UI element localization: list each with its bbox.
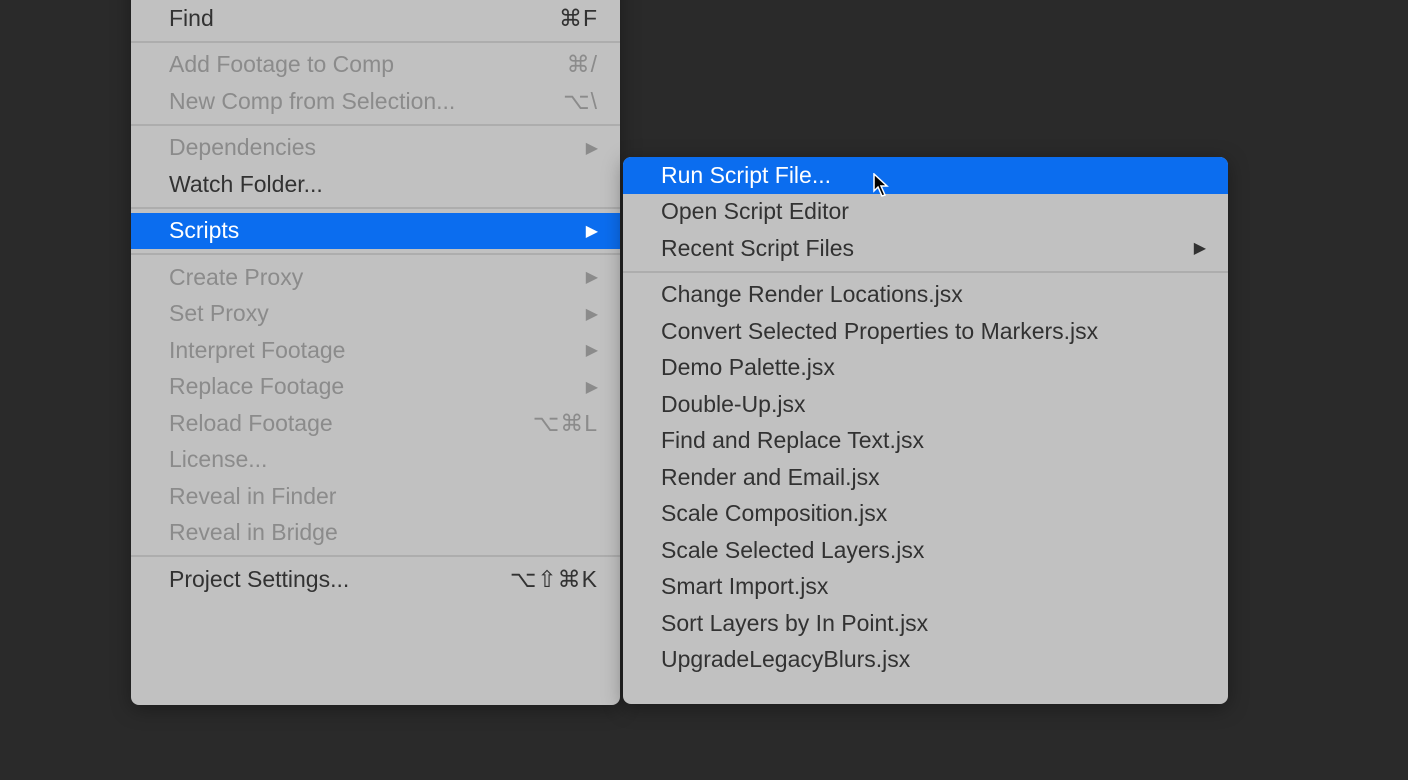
menu-item-label: Reveal in Bridge <box>169 519 338 546</box>
primaryMenu-item-license: License... <box>131 442 620 479</box>
primaryMenu-separator <box>131 41 620 43</box>
primaryMenu-item-interpret-footage: Interpret Footage ▶ <box>131 332 620 369</box>
menu-item-label: Project Settings... <box>169 566 349 593</box>
primaryMenu-item-set-proxy: Set Proxy ▶ <box>131 296 620 333</box>
secondaryMenu-separator <box>623 271 1228 273</box>
primaryMenu-item-replace-footage: Replace Footage ▶ <box>131 369 620 406</box>
primaryMenu-item-project-settings[interactable]: Project Settings... ⌥⇧⌘K <box>131 561 620 598</box>
menu-item-label: Run Script File... <box>661 162 831 189</box>
secondaryMenu-item-change-render-locations-jsx[interactable]: Change Render Locations.jsx <box>623 277 1228 314</box>
menu-item-label: UpgradeLegacyBlurs.jsx <box>661 646 910 673</box>
menu-item-label: Scale Composition.jsx <box>661 500 887 527</box>
menu-item-label: Set Proxy <box>169 300 269 327</box>
menu-item-label: Change Render Locations.jsx <box>661 281 963 308</box>
menu-item-shortcut: ⌘/ <box>567 51 598 78</box>
menu-item-label: Find and Replace Text.jsx <box>661 427 924 454</box>
menu-item-label: New Comp from Selection... <box>169 88 455 115</box>
submenu-arrow-icon: ▶ <box>586 377 598 397</box>
primaryMenu-separator <box>131 555 620 557</box>
primaryMenu-item-find[interactable]: Find ⌘F <box>131 0 620 37</box>
menu-item-shortcut: ⌘F <box>559 5 598 32</box>
menu-item-label: Demo Palette.jsx <box>661 354 835 381</box>
secondaryMenu-item-scale-selected-layers-jsx[interactable]: Scale Selected Layers.jsx <box>623 532 1228 569</box>
menu-item-label: Double-Up.jsx <box>661 391 805 418</box>
primaryMenu-item-add-footage-to-comp: Add Footage to Comp ⌘/ <box>131 47 620 84</box>
menu-item-shortcut: ⌥⇧⌘K <box>510 566 598 593</box>
menu-item-label: Convert Selected Properties to Markers.j… <box>661 318 1098 345</box>
menu-item-label: Sort Layers by In Point.jsx <box>661 610 928 637</box>
primaryMenu-separator <box>131 253 620 255</box>
menu-item-label: Recent Script Files <box>661 235 854 262</box>
primaryMenu-item-watch-folder[interactable]: Watch Folder... <box>131 166 620 203</box>
menu-item-label: Render and Email.jsx <box>661 464 880 491</box>
submenu-arrow-icon: ▶ <box>1194 238 1206 258</box>
secondaryMenu-item-run-script-file[interactable]: Run Script File... <box>623 157 1228 194</box>
secondaryMenu-item-upgradelegacyblurs-jsx[interactable]: UpgradeLegacyBlurs.jsx <box>623 642 1228 679</box>
menu-item-shortcut: ⌥\ <box>563 88 598 115</box>
secondaryMenu-item-scale-composition-jsx[interactable]: Scale Composition.jsx <box>623 496 1228 533</box>
primaryMenu-item-reveal-in-finder: Reveal in Finder <box>131 478 620 515</box>
menu-item-label: Smart Import.jsx <box>661 573 828 600</box>
primaryMenu-item-reveal-in-bridge: Reveal in Bridge <box>131 515 620 552</box>
menu-item-label: Find <box>169 5 214 32</box>
secondaryMenu-item-find-and-replace-text-jsx[interactable]: Find and Replace Text.jsx <box>623 423 1228 460</box>
menu-item-label: Open Script Editor <box>661 198 849 225</box>
secondaryMenu-item-sort-layers-by-in-point-jsx[interactable]: Sort Layers by In Point.jsx <box>623 605 1228 642</box>
submenu-arrow-icon: ▶ <box>586 340 598 360</box>
secondaryMenu-item-render-and-email-jsx[interactable]: Render and Email.jsx <box>623 459 1228 496</box>
submenu-arrow-icon: ▶ <box>586 138 598 158</box>
submenu-arrow-icon: ▶ <box>586 221 598 241</box>
menu-item-label: Interpret Footage <box>169 337 345 364</box>
menu-item-label: Watch Folder... <box>169 171 323 198</box>
primaryMenu-item-create-proxy: Create Proxy ▶ <box>131 259 620 296</box>
menu-item-label: Scale Selected Layers.jsx <box>661 537 924 564</box>
primary-menu: Adobe Dynamic Link▶Find⌘FAdd Footage to … <box>131 0 620 705</box>
menu-item-label: Dependencies <box>169 134 316 161</box>
menu-item-label: Reveal in Finder <box>169 483 336 510</box>
secondaryMenu-item-open-script-editor[interactable]: Open Script Editor <box>623 194 1228 231</box>
secondaryMenu-item-double-up-jsx[interactable]: Double-Up.jsx <box>623 386 1228 423</box>
primaryMenu-separator <box>131 124 620 126</box>
menu-item-label: Replace Footage <box>169 373 344 400</box>
secondaryMenu-item-convert-selected-properties-to-markers-jsx[interactable]: Convert Selected Properties to Markers.j… <box>623 313 1228 350</box>
menu-item-label: Create Proxy <box>169 264 303 291</box>
secondaryMenu-item-demo-palette-jsx[interactable]: Demo Palette.jsx <box>623 350 1228 387</box>
scripts-submenu: Run Script File... Open Script Editor Rece… <box>623 157 1228 704</box>
menu-item-label: Reload Footage <box>169 410 333 437</box>
secondaryMenu-item-recent-script-files[interactable]: Recent Script Files ▶ <box>623 230 1228 267</box>
primaryMenu-item-new-comp-from-selection: New Comp from Selection... ⌥\ <box>131 83 620 120</box>
primaryMenu-item-dependencies: Dependencies ▶ <box>131 130 620 167</box>
menu-item-shortcut: ⌥⌘L <box>533 410 598 437</box>
submenu-arrow-icon: ▶ <box>586 304 598 324</box>
primaryMenu-separator <box>131 207 620 209</box>
menu-item-label: License... <box>169 446 267 473</box>
primaryMenu-item-scripts[interactable]: Scripts ▶ <box>131 213 620 250</box>
secondaryMenu-item-smart-import-jsx[interactable]: Smart Import.jsx <box>623 569 1228 606</box>
primaryMenu-item-reload-footage: Reload Footage ⌥⌘L <box>131 405 620 442</box>
menu-item-label: Add Footage to Comp <box>169 51 394 78</box>
submenu-arrow-icon: ▶ <box>586 267 598 287</box>
menu-item-label: Scripts <box>169 217 239 244</box>
